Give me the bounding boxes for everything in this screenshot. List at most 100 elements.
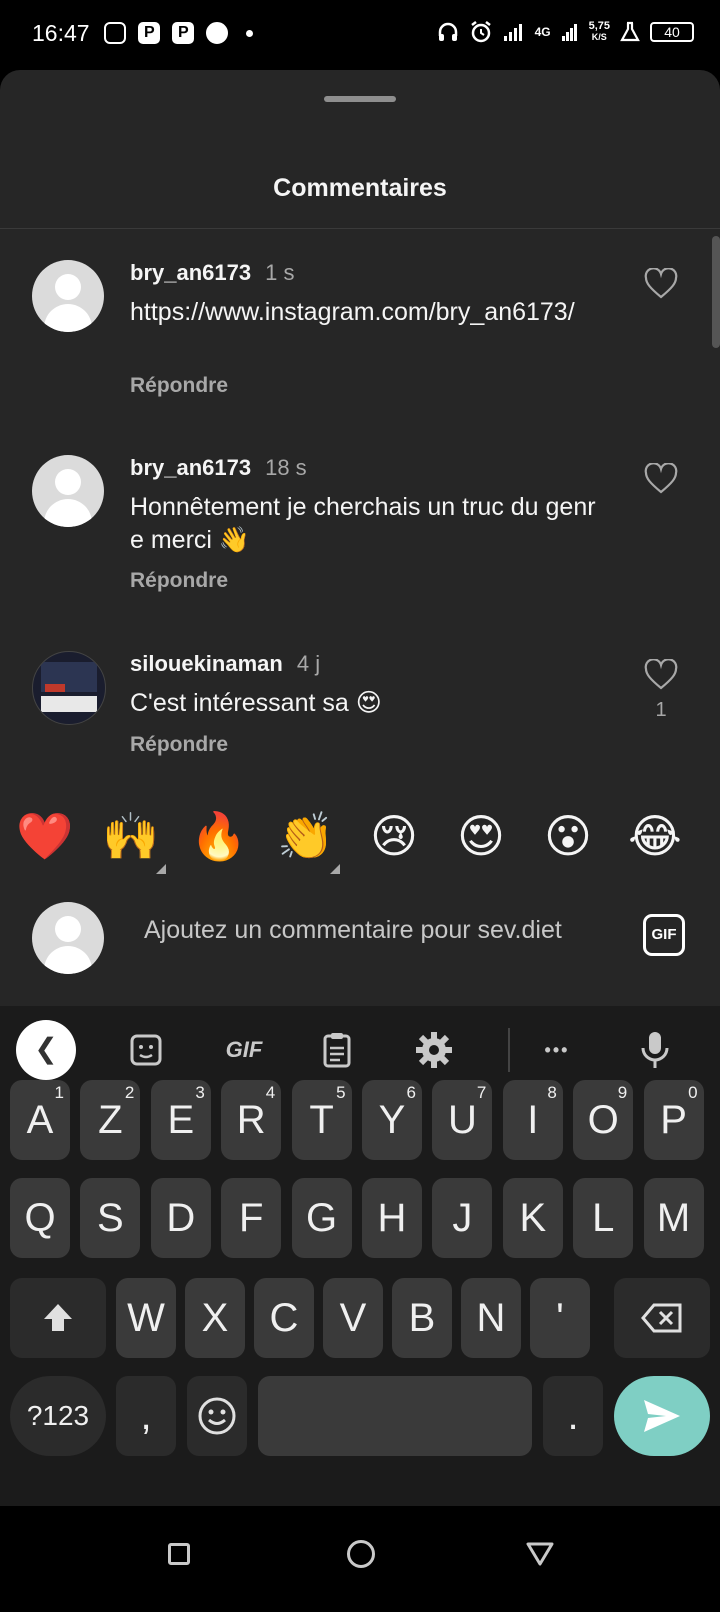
avatar[interactable] xyxy=(32,260,104,332)
key-label: R xyxy=(236,1098,266,1142)
key-r[interactable]: R4 xyxy=(221,1080,282,1160)
back-button[interactable] xyxy=(525,1540,555,1568)
gear-icon[interactable] xyxy=(410,1026,458,1074)
reaction-laugh[interactable]: 😂 xyxy=(625,806,685,866)
shift-key[interactable] xyxy=(10,1278,106,1358)
key-u[interactable]: U7 xyxy=(432,1080,493,1160)
key-p[interactable]: P0 xyxy=(643,1080,704,1160)
key-number-hint: 6 xyxy=(406,1083,416,1102)
period-key[interactable]: . xyxy=(543,1376,603,1456)
key-number-hint: 9 xyxy=(617,1083,628,1102)
key-d[interactable]: D xyxy=(150,1178,211,1258)
key-label: I xyxy=(527,1098,539,1142)
heart-icon[interactable] xyxy=(644,268,678,300)
reaction-surprised[interactable]: 😮 xyxy=(538,806,598,866)
avatar[interactable] xyxy=(32,455,104,527)
comments-sheet: Commentaires bry_an6173 1 s https://www.i… xyxy=(0,70,720,1006)
app-p-icon-2 xyxy=(172,22,194,44)
more-notifications-dot xyxy=(246,29,253,37)
key-v[interactable]: V xyxy=(323,1278,383,1358)
key-w[interactable]: W xyxy=(116,1278,176,1358)
smiley-icon xyxy=(198,1397,236,1435)
reply-button[interactable]: Répondre xyxy=(130,733,228,757)
key-m[interactable]: M xyxy=(643,1178,704,1258)
drag-handle[interactable] xyxy=(324,96,396,102)
battery-icon: 40 xyxy=(650,22,694,42)
reply-button[interactable]: Répondre xyxy=(130,569,228,593)
key-apostrophe[interactable]: ' xyxy=(530,1278,590,1358)
key-k[interactable]: K xyxy=(502,1178,563,1258)
headphones-icon xyxy=(438,22,457,41)
comment-input[interactable]: Ajoutez un commentaire pour sev.diet xyxy=(144,916,610,945)
comment-text: https://www.instagram.com/bry_an6173/ xyxy=(130,298,575,326)
key-e[interactable]: E3 xyxy=(150,1080,211,1160)
flask-icon xyxy=(620,21,640,42)
sticker-icon[interactable] xyxy=(122,1026,170,1074)
soccer-ball-icon xyxy=(206,22,228,44)
comma-key[interactable]: , xyxy=(116,1376,176,1456)
divider xyxy=(0,228,720,229)
status-bar: 16:47 4G 5,75 K/S 40 xyxy=(0,0,720,70)
key-label: E xyxy=(167,1098,195,1142)
instagram-icon xyxy=(104,22,126,44)
key-x[interactable]: X xyxy=(185,1278,245,1358)
reaction-raised-hands[interactable]: 🙌 xyxy=(101,806,161,866)
microphone-icon[interactable] xyxy=(631,1026,679,1074)
key-a[interactable]: A1 xyxy=(10,1080,70,1160)
home-button[interactable] xyxy=(347,1540,375,1568)
heart-icon[interactable] xyxy=(644,659,678,691)
comment-header: silouekinaman 4 j xyxy=(130,651,320,677)
clipboard-icon[interactable] xyxy=(313,1026,361,1074)
chevron-left-icon[interactable]: ❮ xyxy=(16,1020,76,1080)
space-key[interactable] xyxy=(258,1376,532,1456)
recents-button[interactable] xyxy=(168,1543,190,1565)
key-label: A xyxy=(26,1098,54,1142)
avatar[interactable] xyxy=(32,651,106,725)
comment-username[interactable]: bry_an6173 xyxy=(130,455,251,480)
heart-icon[interactable] xyxy=(644,463,678,495)
gif-key[interactable]: GIF xyxy=(214,1026,274,1074)
reaction-clap[interactable]: 👏 xyxy=(276,806,336,866)
key-label: Y xyxy=(378,1098,406,1142)
key-f[interactable]: F xyxy=(221,1178,282,1258)
shift-icon xyxy=(44,1304,72,1331)
emoji-key[interactable] xyxy=(187,1376,247,1456)
key-y[interactable]: Y6 xyxy=(362,1080,422,1160)
comment-username[interactable]: bry_an6173 xyxy=(130,260,251,285)
key-c[interactable]: C xyxy=(254,1278,314,1358)
comment-time: 18 s xyxy=(265,455,307,480)
comment-header: bry_an6173 18 s xyxy=(130,455,307,481)
key-q[interactable]: Q xyxy=(10,1178,70,1258)
key-l[interactable]: L xyxy=(573,1178,634,1258)
comment-time: 1 s xyxy=(265,260,295,285)
navigation-bar xyxy=(0,1506,720,1612)
key-n[interactable]: N xyxy=(461,1278,521,1358)
reaction-heart-eyes[interactable]: 😍 xyxy=(451,806,511,866)
key-g[interactable]: G xyxy=(291,1178,352,1258)
scrollbar[interactable] xyxy=(712,236,720,348)
key-h[interactable]: H xyxy=(362,1178,422,1258)
key-s[interactable]: S xyxy=(80,1178,141,1258)
reaction-cry[interactable]: 😢 xyxy=(364,806,424,866)
key-o[interactable]: O9 xyxy=(573,1080,634,1160)
comment-text: C'est intéressant sa 😍 xyxy=(130,689,382,717)
quick-reactions: ❤️ 🙌 🔥 👏 😢 😍 😮 😂 xyxy=(0,806,720,886)
reply-button[interactable]: Répondre xyxy=(130,374,228,398)
comment-username[interactable]: silouekinaman xyxy=(130,651,283,676)
reaction-fire[interactable]: 🔥 xyxy=(189,806,249,866)
key-number-hint: 3 xyxy=(195,1083,205,1102)
key-i[interactable]: I8 xyxy=(502,1080,563,1160)
more-icon[interactable]: ••• xyxy=(533,1026,581,1074)
key-b[interactable]: B xyxy=(392,1278,452,1358)
comment-header: bry_an6173 1 s xyxy=(130,260,294,286)
symbols-key[interactable]: ?123 xyxy=(10,1376,106,1456)
key-number-hint: 5 xyxy=(336,1083,346,1102)
skin-tone-caret xyxy=(330,864,340,874)
reaction-heart[interactable]: ❤️ xyxy=(15,806,75,866)
backspace-key[interactable] xyxy=(614,1278,710,1358)
key-t[interactable]: T5 xyxy=(291,1080,352,1160)
key-j[interactable]: J xyxy=(432,1178,493,1258)
gif-button[interactable]: GIF xyxy=(643,914,685,956)
key-z[interactable]: Z2 xyxy=(80,1080,141,1160)
send-key[interactable] xyxy=(614,1376,710,1456)
